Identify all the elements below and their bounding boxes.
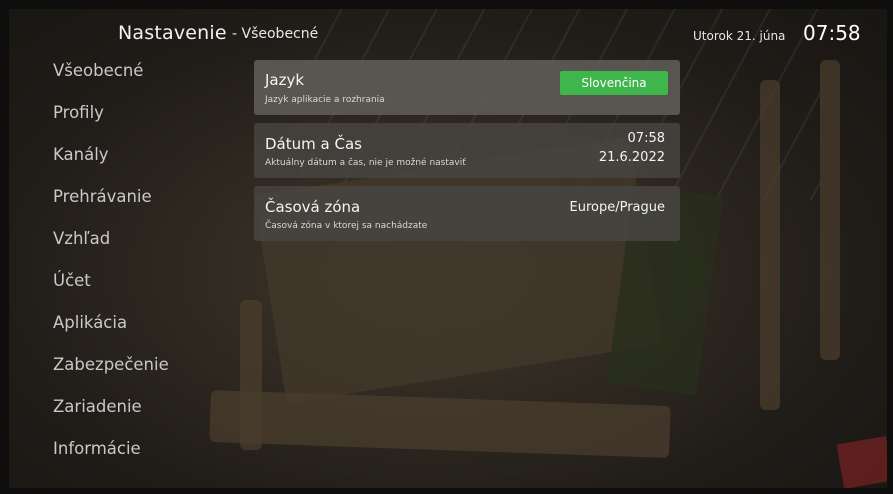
setting-title: Jazyk bbox=[265, 71, 305, 89]
setting-title: Dátum a Čas bbox=[265, 135, 362, 153]
sidebar-item-vzhlad[interactable]: Vzhľad bbox=[53, 229, 110, 248]
header-clock: 07:58 bbox=[803, 21, 861, 45]
screen-border-top bbox=[0, 0, 893, 9]
setting-row-datetime: Dátum a Čas Aktuálny dátum a čas, nie je… bbox=[254, 123, 680, 178]
sidebar-item-vseobecne[interactable]: Všeobecné bbox=[53, 61, 143, 80]
page-title: Nastavenie bbox=[118, 22, 227, 44]
sidebar-item-zabezpecenie[interactable]: Zabezpečenie bbox=[53, 355, 169, 374]
setting-description: Jazyk aplikacie a rozhrania bbox=[265, 95, 385, 105]
sidebar-item-profily[interactable]: Profily bbox=[53, 103, 104, 122]
screen-border-left bbox=[0, 0, 9, 494]
sidebar-item-ucet[interactable]: Účet bbox=[53, 271, 91, 290]
header-date: Utorok 21. júna bbox=[693, 29, 786, 43]
setting-description: Časová zóna v ktorej sa nachádzate bbox=[265, 221, 428, 231]
sidebar-item-kanaly[interactable]: Kanály bbox=[53, 145, 109, 164]
language-select-button[interactable]: Slovenčina bbox=[560, 71, 668, 95]
sidebar-item-aplikacia[interactable]: Aplikácia bbox=[53, 313, 127, 332]
timezone-value: Europe/Prague bbox=[569, 200, 665, 215]
header-bar: Nastavenie - Všeobecné Utorok 21. júna 0… bbox=[0, 9, 893, 53]
datetime-date-value: 21.6.2022 bbox=[598, 150, 665, 165]
sidebar-item-zariadenie[interactable]: Zariadenie bbox=[53, 397, 142, 416]
screen-border-bottom bbox=[0, 488, 893, 494]
setting-row-language[interactable]: Jazyk Jazyk aplikacie a rozhrania Sloven… bbox=[254, 60, 680, 115]
page-subtitle: - Všeobecné bbox=[232, 26, 319, 42]
setting-row-timezone[interactable]: Časová zóna Časová zóna v ktorej sa nach… bbox=[254, 186, 680, 241]
sidebar-item-informacie[interactable]: Informácie bbox=[53, 439, 141, 458]
setting-title: Časová zóna bbox=[265, 198, 361, 216]
screen-border-right bbox=[887, 0, 893, 494]
sidebar-item-prehravanie[interactable]: Prehrávanie bbox=[53, 187, 152, 206]
setting-description: Aktuálny dátum a čas, nie je možné nasta… bbox=[265, 158, 466, 168]
datetime-time-value: 07:58 bbox=[627, 131, 665, 146]
